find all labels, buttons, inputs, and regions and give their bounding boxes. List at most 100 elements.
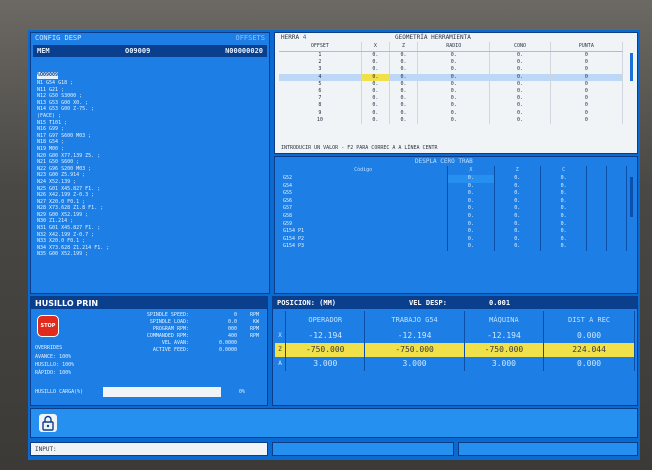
tool-number[interactable]: 4 [303, 34, 307, 41]
work-offset-cell[interactable]: G54 [279, 182, 449, 191]
work-offset-cell[interactable]: 0. [447, 235, 495, 244]
work-offset-row[interactable]: G54 0. 0. 0. [279, 182, 627, 191]
stop-icon[interactable]: STOP [37, 315, 59, 337]
work-offset-cell[interactable]: 0. [494, 220, 542, 229]
program-line[interactable]: N35 G00 X52.199 ; [37, 251, 267, 258]
work-offset-cell[interactable]: G56 [279, 197, 449, 206]
program-line[interactable]: N29 G00 X52.199 ; [37, 212, 267, 219]
work-offset-cell[interactable]: 0. [540, 235, 588, 244]
geometry-cell[interactable]: 0 [550, 73, 624, 81]
program-line[interactable]: N19 M00 ; [37, 146, 267, 153]
geometry-row[interactable]: 6 0. 0. 0. 0. 0 [279, 88, 624, 96]
program-panel-header[interactable]: CONFIG DESP [35, 33, 155, 44]
work-offset-row[interactable]: G52 0. 0. 0. [279, 175, 627, 183]
work-offset-cell[interactable]: 0. [447, 175, 495, 183]
geometry-cell[interactable]: 0 [550, 109, 624, 117]
work-offset-row[interactable]: G58 0. 0. 0. [279, 212, 627, 221]
work-offset-cell[interactable]: G52 [279, 175, 449, 183]
geometry-cell[interactable]: 0. [417, 59, 491, 67]
geometry-cell[interactable]: 0. [417, 80, 491, 89]
geometry-cell[interactable]: 0. [417, 116, 491, 125]
geometry-cell[interactable]: 0. [389, 102, 419, 110]
program-line[interactable]: N15 T101 ; [37, 120, 267, 127]
work-offset-row[interactable]: G55 0. 0. 0. [279, 190, 627, 198]
geometry-cell[interactable]: 0. [489, 66, 551, 74]
work-offset-row[interactable]: G56 0. 0. 0. [279, 197, 627, 206]
program-line[interactable]: N32 X42.199 Z-0.7 ; [37, 232, 267, 239]
tool-geometry-table[interactable]: OFFSET X Z RADIO CONO PUNTA 1 0. 0. 0. 0. 0 2 0. 0. 0.… [279, 42, 624, 125]
program-line[interactable]: N16 G99 ; [37, 126, 267, 133]
program-line[interactable]: N17 G97 S600 M03 ; [37, 133, 267, 140]
position-table[interactable]: OPERADOR TRABAJO G54 MÁQUINA DIST A REC X -1… [275, 311, 635, 371]
geometry-cell[interactable]: 0. [361, 66, 390, 74]
geometry-cell[interactable]: 0. [489, 59, 551, 67]
offsets-tab[interactable]: OFFSETS [235, 33, 265, 44]
geometry-cell[interactable]: 0. [389, 109, 419, 117]
geometry-cell[interactable]: 0. [417, 73, 491, 81]
work-offset-cell[interactable]: 0. [540, 182, 588, 191]
program-line[interactable]: N33 X20.0 F0.1 ; [37, 238, 267, 245]
program-line[interactable]: N20 G00 X77.139 Z5. ; [37, 153, 267, 160]
program-line[interactable]: N23 G00 Z5.914 ; [37, 172, 267, 179]
geometry-cell[interactable]: 0 [550, 116, 624, 125]
work-offset-cell[interactable]: 0. [540, 212, 588, 221]
work-offset-cell[interactable]: 0. [540, 228, 588, 236]
geometry-row[interactable]: 8 0. 0. 0. 0. 0 [279, 102, 624, 110]
geometry-cell[interactable]: 0. [361, 51, 390, 60]
geometry-cell[interactable]: 0 [550, 59, 624, 67]
geometry-cell[interactable]: 0. [417, 102, 491, 110]
geometry-row[interactable]: 1 0. 0. 0. 0. 0 [279, 51, 624, 60]
geometry-cell[interactable]: 6 [279, 88, 362, 96]
geometry-cell[interactable]: 0. [489, 80, 551, 89]
work-offset-cell[interactable]: 0. [447, 212, 495, 221]
program-line[interactable]: N22 G96 S200 M03 ; [37, 166, 267, 173]
program-line[interactable]: %O09009 [37, 72, 59, 79]
lock-icon[interactable] [39, 414, 57, 432]
program-line[interactable]: (FACE) ; [37, 113, 267, 120]
geometry-cell[interactable]: 0. [389, 59, 419, 67]
geometry-cell[interactable]: 0. [389, 88, 419, 96]
work-offset-cell[interactable]: 0. [494, 182, 542, 191]
program-line[interactable]: N26 X42.199 Z-0.3 ; [37, 192, 267, 199]
work-offset-cell[interactable]: 0. [447, 228, 495, 236]
geometry-cell[interactable]: 0 [550, 102, 624, 110]
work-offset-cell[interactable]: 0. [447, 205, 495, 213]
geometry-cell[interactable]: 0. [389, 51, 419, 60]
work-offset-cell[interactable]: 0. [540, 175, 588, 183]
geometry-cell[interactable]: 10 [279, 116, 362, 125]
program-line[interactable]: N1 G54 G18 ; [37, 80, 267, 87]
work-offset-cell[interactable]: G154 P1 [279, 228, 449, 236]
program-line[interactable]: N14 G53 G00 Z-75. ; [37, 106, 267, 113]
geometry-cell[interactable]: 0. [361, 73, 390, 81]
geometry-row[interactable]: 2 0. 0. 0. 0. 0 [279, 59, 624, 67]
geometry-cell[interactable]: 0. [417, 109, 491, 117]
program-line[interactable]: N25 G01 X45.827 F1. ; [37, 186, 267, 193]
program-line[interactable]: N34 X73.628 Z1.214 F1. ; [37, 245, 267, 252]
geometry-cell[interactable]: 0. [489, 73, 551, 81]
work-offset-cell[interactable]: 0. [494, 205, 542, 213]
work-offset-cell[interactable]: 0. [540, 205, 588, 213]
program-line[interactable]: N28 X73.628 Z1.8 F1. ; [37, 205, 267, 212]
geometry-row[interactable]: 4 0. 0. 0. 0. 0 [279, 73, 624, 81]
work-offset-row[interactable]: G59 0. 0. 0. [279, 220, 627, 229]
geometry-cell[interactable]: 4 [279, 73, 362, 81]
geometry-cell[interactable]: 0. [361, 95, 390, 103]
work-offset-cell[interactable]: 0. [447, 220, 495, 229]
work-offset-cell[interactable]: 0. [447, 243, 495, 251]
geometry-cell[interactable]: 0 [550, 80, 624, 89]
work-offset-cell[interactable]: G55 [279, 190, 449, 198]
work-offset-cell[interactable]: G59 [279, 220, 449, 229]
work-offset-cell[interactable]: 0. [494, 243, 542, 251]
work-offset-cell[interactable]: 0. [494, 235, 542, 244]
work-offset-cell[interactable]: 0. [540, 220, 588, 229]
geometry-cell[interactable]: 0. [489, 109, 551, 117]
program-line[interactable]: N13 G53 G00 X0. ; [37, 100, 267, 107]
geometry-cell[interactable]: 0 [550, 88, 624, 96]
geometry-cell[interactable]: 0. [361, 80, 390, 89]
geometry-cell[interactable]: 0. [417, 66, 491, 74]
geometry-cell[interactable]: 0. [361, 88, 390, 96]
geometry-row[interactable]: 3 0. 0. 0. 0. 0 [279, 66, 624, 74]
geometry-cell[interactable]: 0. [389, 73, 419, 81]
geometry-cell[interactable]: 8 [279, 102, 362, 110]
geometry-cell[interactable]: 0. [489, 95, 551, 103]
